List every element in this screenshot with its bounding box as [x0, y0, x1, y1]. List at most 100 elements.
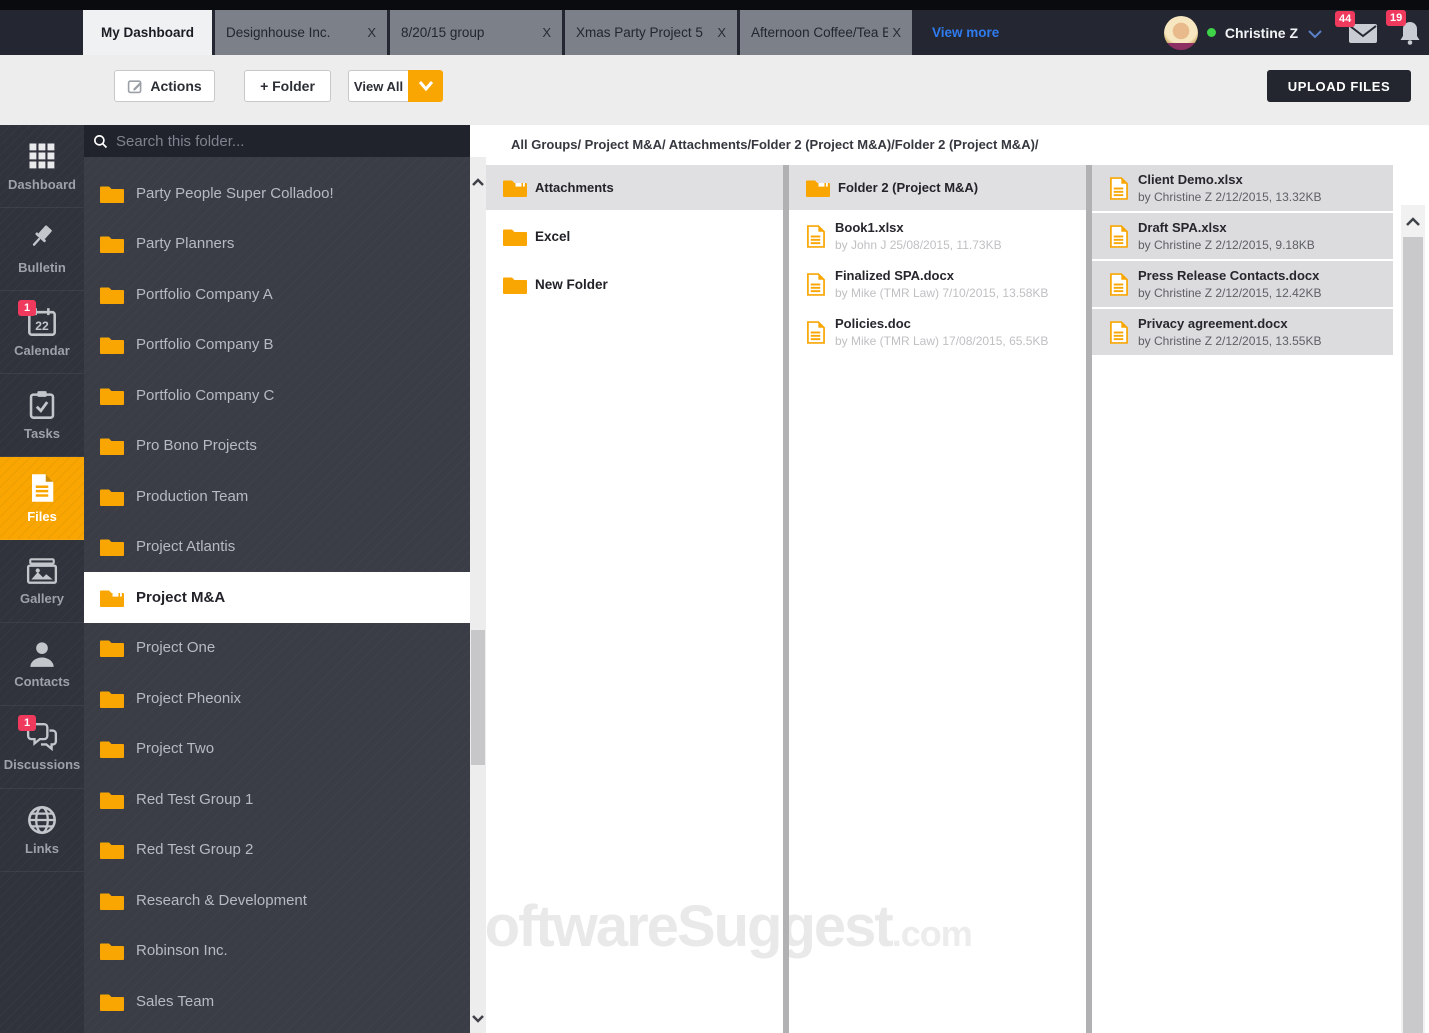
group-folder-row[interactable]: Project Two: [84, 724, 470, 775]
file-name: Client Demo.xlsx: [1138, 172, 1243, 187]
folder-name: Portfolio Company B: [136, 336, 274, 354]
group-folder-row[interactable]: Red Test Group 1: [84, 774, 470, 825]
avatar[interactable]: [1163, 15, 1198, 50]
group-folder-row[interactable]: Party People Super Colladoo!: [84, 168, 470, 219]
file-row[interactable]: Book1.xlsx by John J 25/08/2015, 11.73KB: [789, 213, 1086, 259]
notifications-button[interactable]: 19: [1386, 9, 1421, 45]
sidebar-item-label: Files: [27, 508, 57, 524]
messages-badge: 44: [1335, 10, 1356, 27]
folder-name: Project M&A: [136, 588, 226, 606]
tab-group-1[interactable]: 8/20/15 group X: [390, 10, 563, 55]
file-row[interactable]: Client Demo.xlsx by Christine Z 2/12/2015…: [1092, 165, 1393, 211]
group-folder-row[interactable]: Party Planners: [84, 219, 470, 270]
tab-group-2[interactable]: Xmas Party Project 5 X: [565, 10, 738, 55]
tab-label: Afternoon Coffee/Tea Break: [751, 25, 889, 40]
folder-icon: [100, 689, 124, 708]
sidebar-item-gallery[interactable]: Gallery: [0, 540, 84, 623]
user-name[interactable]: Christine Z: [1225, 25, 1298, 41]
scroll-down-icon[interactable]: [470, 1007, 486, 1029]
view-more-link[interactable]: View more: [932, 25, 999, 40]
top-edge: [0, 0, 1429, 10]
search-icon: [93, 134, 108, 149]
file-icon: [1109, 224, 1128, 248]
add-folder-button[interactable]: + Folder: [244, 70, 331, 102]
gallery-icon: [26, 557, 58, 585]
subfolder-row[interactable]: Excel: [486, 213, 783, 259]
scrollbar-thumb[interactable]: [1403, 237, 1423, 1033]
scroll-up-icon[interactable]: [470, 171, 486, 193]
sidebar-item-calendar[interactable]: 1 22 Calendar: [0, 291, 84, 374]
sidebar-item-bulletin[interactable]: Bulletin: [0, 208, 84, 291]
column-header[interactable]: Attachments: [486, 165, 783, 210]
tab-group-3[interactable]: Afternoon Coffee/Tea BreakX: [740, 10, 913, 55]
sidebar-item-dashboard[interactable]: Dashboard: [0, 125, 84, 208]
scroll-up-icon[interactable]: [1401, 211, 1425, 233]
group-folder-row[interactable]: Robinson Inc.: [84, 926, 470, 977]
sidebar-item-links[interactable]: Links: [0, 789, 84, 872]
edit-icon: [127, 78, 143, 94]
group-folder-row[interactable]: Portfolio Company A: [84, 269, 470, 320]
close-icon[interactable]: X: [367, 25, 376, 40]
tab-group-0[interactable]: Designhouse Inc. X: [215, 10, 388, 55]
folder-name: Portfolio Company A: [136, 285, 273, 303]
folder-icon: [100, 537, 124, 557]
file-row[interactable]: Draft SPA.xlsx by Christine Z 2/12/2015, …: [1092, 213, 1393, 259]
close-icon[interactable]: X: [892, 25, 901, 40]
folder-icon: [100, 436, 124, 456]
tab-my-dashboard[interactable]: My Dashboard: [83, 10, 213, 55]
group-folder-row[interactable]: Sales Team: [84, 976, 470, 1027]
actions-button[interactable]: Actions: [114, 70, 215, 102]
upload-files-button[interactable]: UPLOAD FILES: [1267, 70, 1411, 102]
file-row[interactable]: Press Release Contacts.docx by Christine …: [1092, 261, 1393, 307]
sidebar-item-contacts[interactable]: Contacts: [0, 623, 84, 706]
folder-name: Project One: [136, 639, 216, 657]
tab-strip: Designhouse Inc. X 8/20/15 group X Xmas Part…: [212, 10, 913, 55]
folder-name: Party Planners: [136, 235, 235, 253]
chevron-down-icon[interactable]: [1307, 29, 1323, 39]
view-all-dropdown[interactable]: View All: [348, 70, 443, 102]
breadcrumb[interactable]: All Groups/ Project M&A/ Attachments/Fol…: [511, 125, 1039, 165]
folder-icon: [100, 992, 124, 1011]
group-folder-row[interactable]: Portfolio Company B: [84, 320, 470, 371]
sidebar-item-label: Tasks: [24, 425, 60, 441]
tab-label: My Dashboard: [101, 25, 195, 40]
folder-icon: [100, 335, 124, 355]
sidebar-item-files[interactable]: Files: [0, 457, 84, 540]
folder-name: Party People Super Colladoo!: [136, 184, 334, 202]
file-row[interactable]: Privacy agreement.docx by Christine Z 2/1…: [1092, 309, 1393, 355]
file-row[interactable]: Finalized SPA.docx by Mike (TMR Law) 7/10…: [789, 261, 1086, 307]
folder-name: Project Pheonix: [136, 689, 242, 707]
group-folder-row[interactable]: Project Pheonix: [84, 673, 470, 724]
tab-label: 8/20/15 group: [401, 25, 485, 40]
search-input[interactable]: [114, 131, 414, 151]
folder-list-scrollbar[interactable]: [470, 157, 486, 1033]
file-name: Policies.doc: [835, 316, 911, 331]
group-folder-row[interactable]: Project One: [84, 623, 470, 674]
scrollbar-thumb[interactable]: [471, 630, 485, 765]
column-header-label: Folder 2 (Project M&A): [838, 180, 979, 195]
subfolder-row[interactable]: New Folder: [486, 261, 783, 307]
column-header-label: Attachments: [535, 180, 614, 195]
group-folder-row[interactable]: Production Team: [84, 471, 470, 522]
group-folder-row[interactable]: Portfolio Company C: [84, 370, 470, 421]
folder-icon: [100, 638, 124, 658]
close-icon[interactable]: X: [717, 25, 726, 40]
file-meta: by Christine Z 2/12/2015, 13.32KB: [1138, 190, 1322, 204]
file-icon: [806, 320, 825, 344]
sidebar-item-discussions[interactable]: 1 Discussions: [0, 706, 84, 789]
files-scrollbar[interactable]: [1401, 205, 1425, 1033]
sidebar-item-tasks[interactable]: Tasks: [0, 374, 84, 457]
folder-name: Robinson Inc.: [136, 942, 228, 960]
group-folder-row[interactable]: Project Atlantis: [84, 522, 470, 573]
group-folder-row[interactable]: Red Test Group 2: [84, 825, 470, 876]
column-header[interactable]: Folder 2 (Project M&A): [789, 165, 1086, 210]
group-folder-row[interactable]: Research & Development: [84, 875, 470, 926]
file-meta: by John J 25/08/2015, 11.73KB: [835, 238, 1002, 252]
messages-button[interactable]: 44: [1335, 10, 1378, 44]
group-folder-row[interactable]: Pro Bono Projects: [84, 421, 470, 472]
file-row[interactable]: Policies.doc by Mike (TMR Law) 17/08/2015…: [789, 309, 1086, 355]
group-folder-row[interactable]: Project M&A: [84, 572, 470, 623]
close-icon[interactable]: X: [542, 25, 551, 40]
sidebar-item-label: Gallery: [19, 590, 65, 606]
dropdown-chevron-icon[interactable]: [408, 70, 443, 102]
